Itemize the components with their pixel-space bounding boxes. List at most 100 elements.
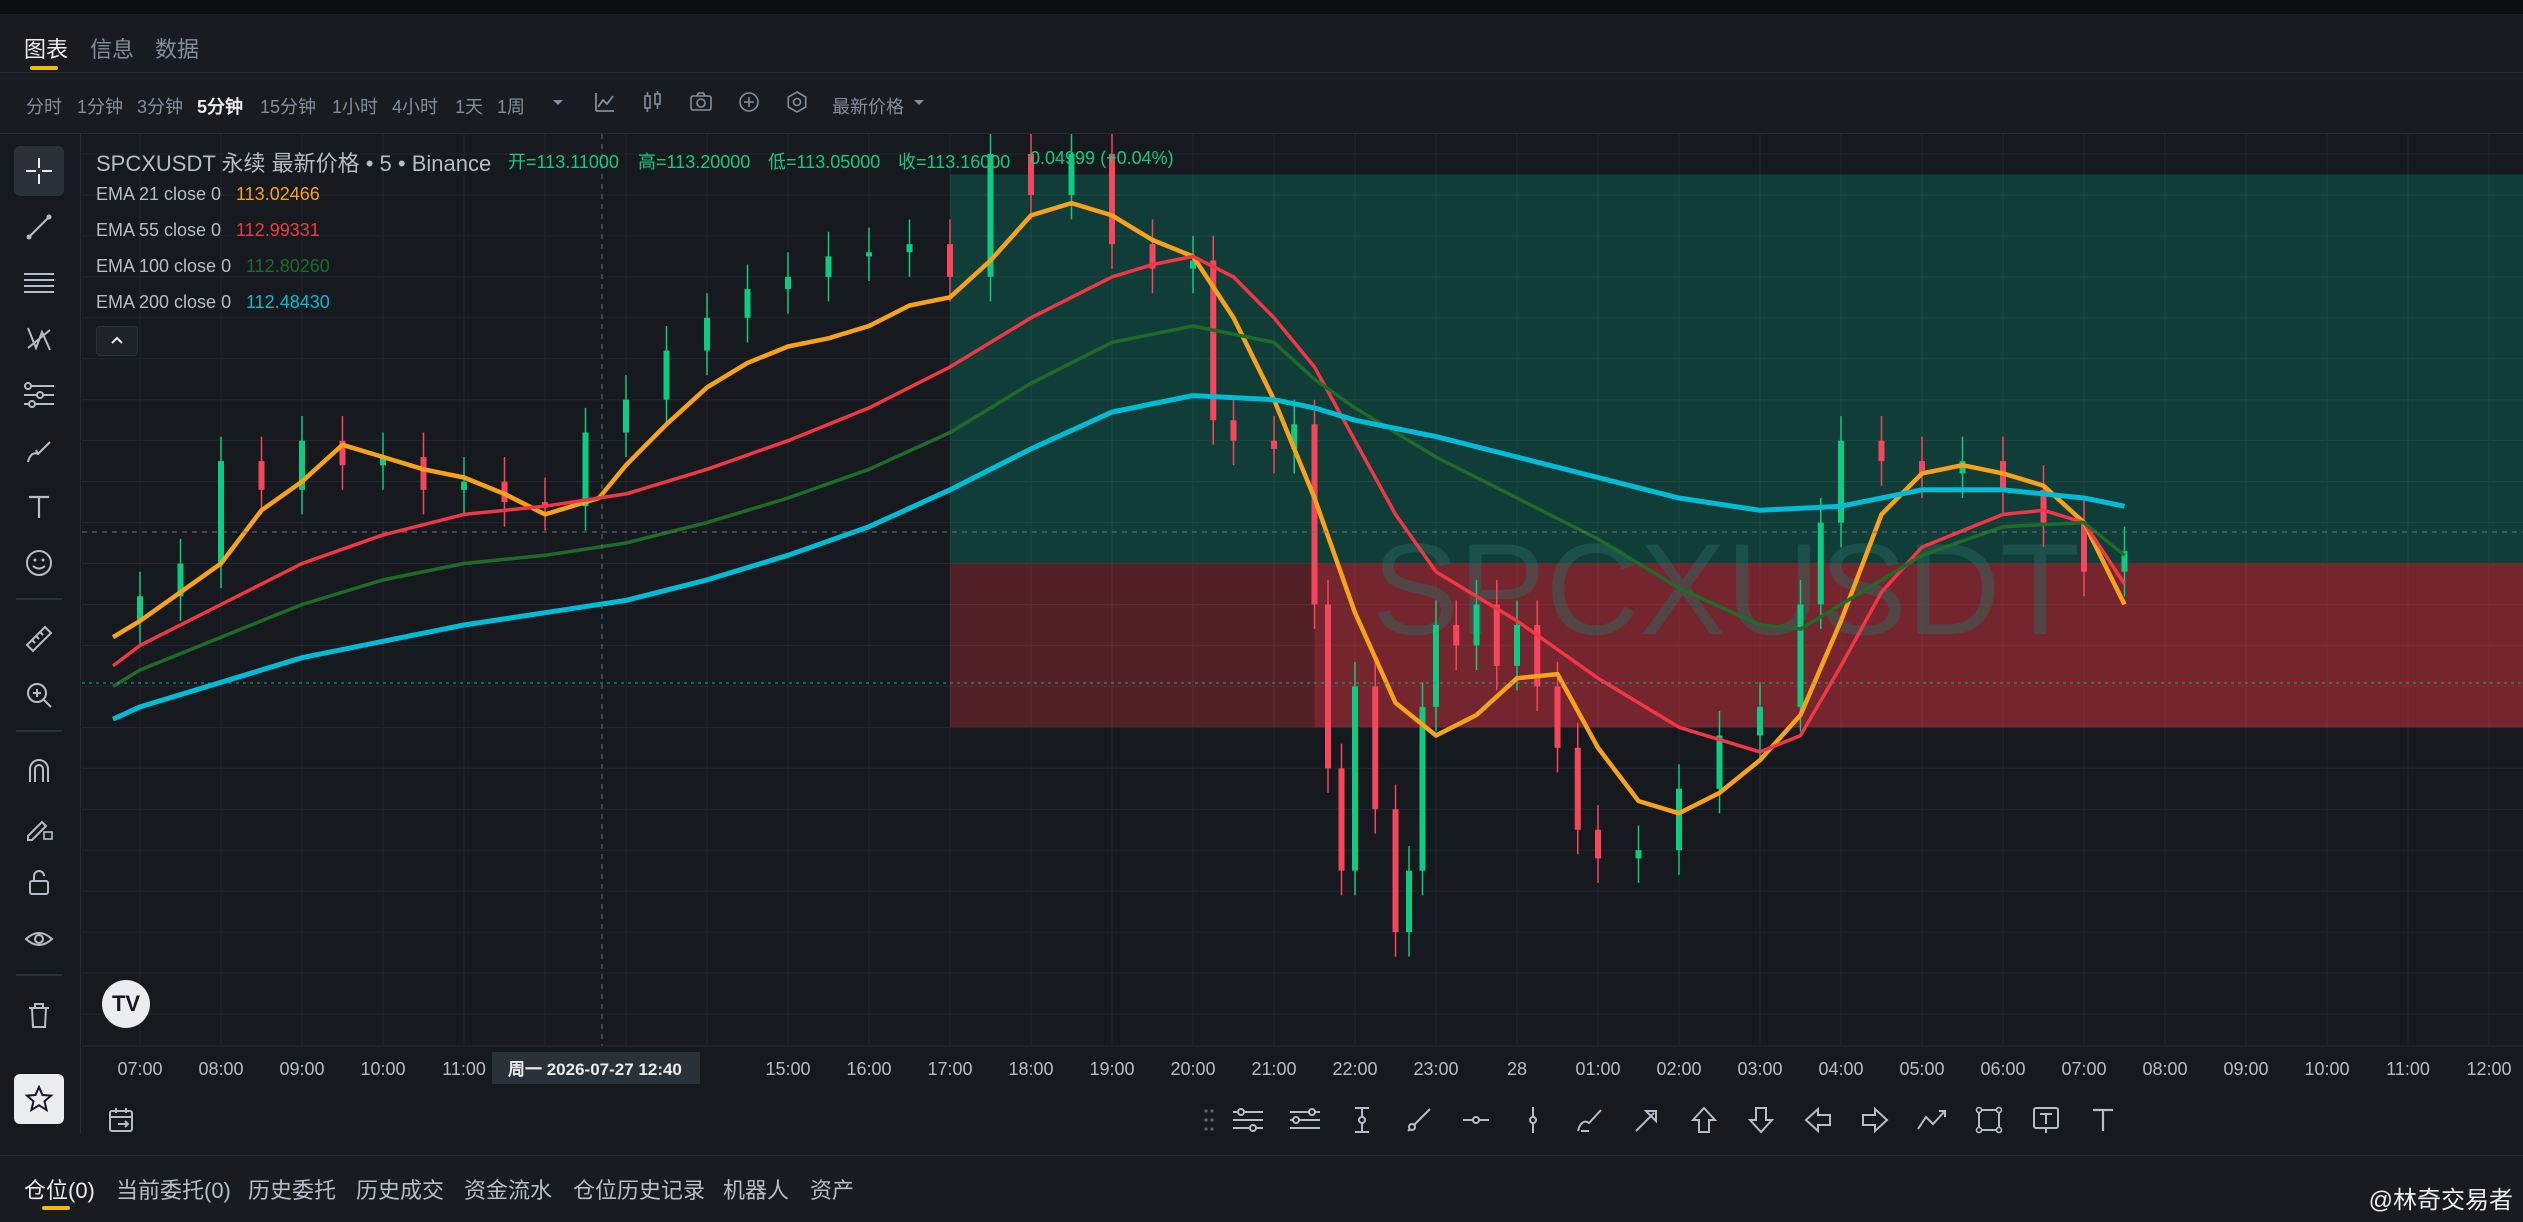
crosshair-time-label: 周一 2026-07-27 12:40 (508, 1060, 682, 1079)
goto-date-icon[interactable] (106, 1104, 138, 1136)
candle-type-icon[interactable] (640, 89, 666, 115)
horizontal-lines-icon[interactable] (14, 258, 64, 308)
tab-positions[interactable]: 仓位(0) (24, 1173, 95, 1205)
ema55-label[interactable]: EMA 55 close 0 (96, 220, 221, 241)
add-indicator-icon[interactable] (736, 89, 762, 115)
candle-body (1325, 604, 1331, 768)
candle-body (1879, 441, 1885, 461)
text-icon[interactable] (14, 482, 64, 532)
drag-handle-icon[interactable] (1204, 1108, 1214, 1132)
ray-line-icon[interactable] (1397, 1098, 1441, 1142)
ohlc-high: 高=113.20000 (638, 148, 750, 174)
tab-data[interactable]: 数据 (155, 32, 199, 64)
settings-icon[interactable] (784, 89, 810, 115)
tab-chart[interactable]: 图表 (24, 32, 68, 64)
arrow-up-icon[interactable] (1682, 1098, 1726, 1142)
tf-realtime[interactable]: 分时 (26, 93, 62, 119)
candle-body (1433, 625, 1439, 707)
parallel-channel-icon[interactable] (1226, 1098, 1270, 1142)
x-tick-label: 06:00 (1980, 1059, 2025, 1079)
rectangle-icon[interactable] (1967, 1098, 2011, 1142)
candle-body (1453, 625, 1459, 645)
collapse-legend-button[interactable] (96, 326, 138, 356)
vertical-line-icon[interactable] (1511, 1098, 1555, 1142)
arrow-right-icon[interactable] (1853, 1098, 1897, 1142)
lock-drawing-icon[interactable] (14, 802, 64, 852)
ema100-label[interactable]: EMA 100 close 0 (96, 256, 231, 277)
symbol-title: SPCXUSDT 永续 最新价格 • 5 • Binance (96, 146, 491, 178)
tab-open-orders[interactable]: 当前委托(0) (116, 1173, 231, 1205)
zoom-in-icon[interactable] (14, 670, 64, 720)
tab-transactions[interactable]: 资金流水 (464, 1173, 552, 1205)
x-tick-label: 20:00 (1170, 1059, 1215, 1079)
tf-1d[interactable]: 1天 (455, 93, 483, 119)
magnet-icon[interactable] (14, 746, 64, 796)
brush-icon[interactable] (1568, 1098, 1612, 1142)
ohlc-close: 收=113.16000 (898, 148, 1010, 174)
price-type-select[interactable]: 最新价格 (832, 93, 904, 119)
tradingview-logo: TV (102, 980, 150, 1028)
candle-body (1555, 686, 1561, 747)
tab-order-history[interactable]: 历史委托 (248, 1173, 336, 1205)
time-axis: 07:0008:0009:0010:0011:0012:0015:0016:00… (82, 1046, 2523, 1079)
ema200-label[interactable]: EMA 200 close 0 (96, 292, 231, 313)
tf-5m[interactable]: 5分钟 (197, 93, 243, 119)
trash-icon[interactable] (14, 990, 64, 1040)
candle-body (704, 318, 710, 351)
price-range-icon[interactable] (1340, 1098, 1384, 1142)
unlock-icon[interactable] (14, 858, 64, 908)
text-box-icon[interactable] (2024, 1098, 2068, 1142)
candle-body (1420, 707, 1426, 871)
tf-4h[interactable]: 4小时 (392, 93, 438, 119)
brush-icon[interactable] (14, 426, 64, 476)
fib-icon[interactable] (14, 370, 64, 420)
candle-body (1352, 686, 1358, 870)
trend-line-icon[interactable] (14, 202, 64, 252)
arrow-marker-icon[interactable] (1625, 1098, 1669, 1142)
candle-body (947, 244, 953, 277)
candle-body (1757, 707, 1763, 736)
eye-icon[interactable] (14, 914, 64, 964)
fib-channel-icon[interactable] (1283, 1098, 1327, 1142)
tab-bots[interactable]: 机器人 (723, 1173, 789, 1205)
candle-body (1818, 523, 1824, 605)
chevron-down-icon[interactable] (906, 89, 932, 115)
chevron-down-icon[interactable] (545, 89, 571, 115)
horizontal-ray-icon[interactable] (1454, 1098, 1498, 1142)
price-chart[interactable]: SPCXUSDT 07:0008:0009:0010:0011:0012:001… (82, 134, 2523, 1089)
author-watermark: @林奇交易者 (2369, 1180, 2513, 1215)
tf-3m[interactable]: 3分钟 (137, 93, 183, 119)
tab-position-history[interactable]: 仓位历史记录 (573, 1173, 705, 1205)
ruler-icon[interactable] (14, 614, 64, 664)
ema21-label[interactable]: EMA 21 close 0 (96, 184, 221, 205)
tf-1w[interactable]: 1周 (497, 93, 525, 119)
tab-assets[interactable]: 资产 (810, 1173, 854, 1205)
indicator-icon[interactable] (592, 89, 618, 115)
candle-body (461, 482, 467, 490)
tab-trade-history[interactable]: 历史成交 (356, 1173, 444, 1205)
arrow-down-icon[interactable] (1739, 1098, 1783, 1142)
star-icon[interactable] (14, 1074, 64, 1124)
ohlc-change: 0.04999 (+0.04%) (1030, 148, 1174, 169)
top-strip (0, 0, 2523, 14)
x-tick-label: 15:00 (765, 1059, 810, 1079)
emoji-icon[interactable] (14, 538, 64, 588)
candle-body (1339, 768, 1345, 870)
drawing-toolbar (0, 134, 81, 1134)
candle-body (785, 277, 791, 289)
tf-15m[interactable]: 15分钟 (260, 93, 316, 119)
timeframe-toolbar: 分时 1分钟 3分钟 5分钟 15分钟 1小时 4小时 1天 1周 最新价格 (0, 73, 2523, 134)
tf-1h[interactable]: 1小时 (332, 93, 378, 119)
tab-info[interactable]: 信息 (90, 32, 134, 64)
x-tick-label: 04:00 (1818, 1059, 1863, 1079)
path-icon[interactable] (1910, 1098, 1954, 1142)
arrow-left-icon[interactable] (1796, 1098, 1840, 1142)
toolbar-divider (16, 730, 62, 732)
active-tab-underline (42, 1206, 70, 1210)
pattern-icon[interactable] (14, 314, 64, 364)
x-tick-label: 10:00 (360, 1059, 405, 1079)
crosshair-icon[interactable] (14, 146, 64, 196)
tf-1m[interactable]: 1分钟 (77, 93, 123, 119)
text-icon[interactable] (2081, 1098, 2125, 1142)
camera-icon[interactable] (688, 89, 714, 115)
